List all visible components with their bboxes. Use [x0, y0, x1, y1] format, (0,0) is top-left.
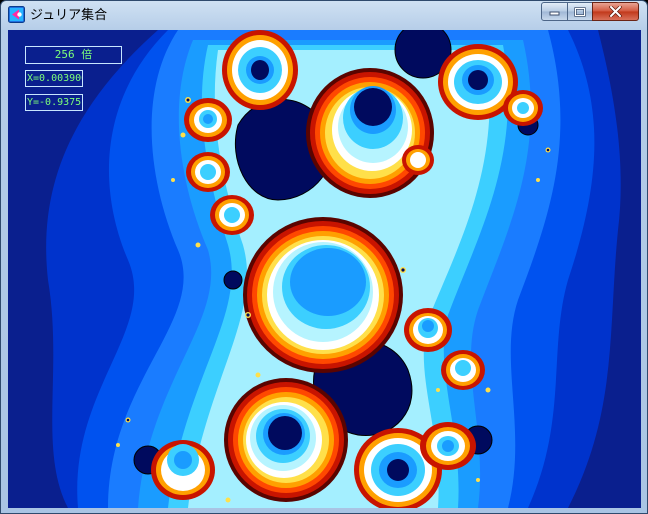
- app-icon: [8, 6, 25, 23]
- close-icon: [609, 6, 622, 17]
- julia-set-image[interactable]: [8, 30, 641, 508]
- window-title: ジュリア集合: [30, 8, 108, 23]
- maximize-button[interactable]: [567, 2, 593, 21]
- y-coordinate-readout: Y=-0.9375: [25, 94, 83, 111]
- fractal-canvas-area[interactable]: 256 倍 X=0.003906 Y=-0.9375: [8, 30, 641, 508]
- minimize-button[interactable]: [541, 2, 568, 21]
- app-window: ジュリア集合 256 倍 X=0.003906 Y=-0.9375: [0, 0, 648, 514]
- maximize-icon: [574, 6, 586, 17]
- close-button[interactable]: [592, 2, 639, 21]
- title-bar[interactable]: ジュリア集合: [1, 1, 647, 29]
- minimize-icon: [549, 11, 560, 15]
- zoom-level-readout: 256 倍: [25, 46, 122, 64]
- x-coordinate-readout: X=0.003906: [25, 70, 83, 87]
